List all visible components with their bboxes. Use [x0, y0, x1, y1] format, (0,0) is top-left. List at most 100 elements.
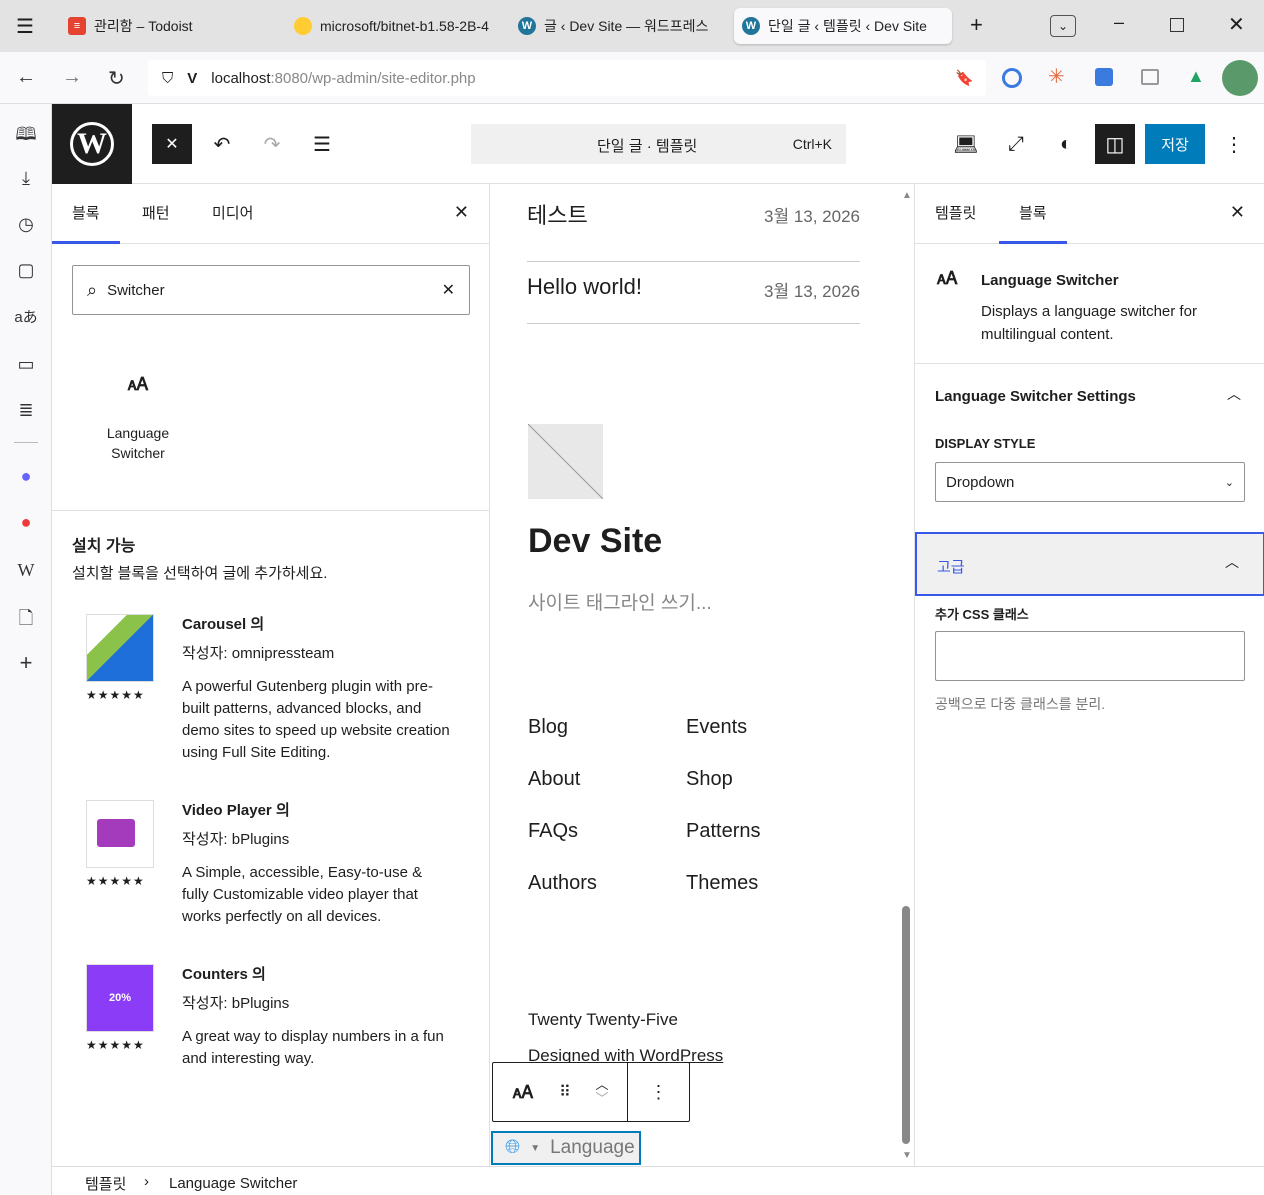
- drag-handle-icon[interactable]: ⠿: [553, 1082, 577, 1102]
- plugin-author: 작성자: omnipressteam: [182, 645, 335, 662]
- reading-list-icon[interactable]: ≣: [14, 400, 38, 421]
- site-title[interactable]: Dev Site: [528, 522, 662, 561]
- notes-icon[interactable]: ▢: [14, 260, 38, 281]
- language-select[interactable]: 🌐︎ ▼ Language: [491, 1131, 641, 1165]
- wordpress-icon: W: [518, 17, 536, 35]
- browser-tab-posts[interactable]: W 글 ‹ Dev Site — 워드프레스: [510, 8, 728, 44]
- editor-canvas[interactable]: 테스트 3월 13, 2026 Hello world! 3월 13, 2026 D…: [491, 184, 914, 1166]
- tab-media[interactable]: 미디어: [192, 184, 273, 244]
- move-up-down-buttons[interactable]: ︿ ﹀: [577, 1078, 627, 1106]
- translate-icon[interactable]: aあ: [14, 306, 38, 327]
- fullscreen-icon[interactable]: ⤢: [998, 124, 1034, 164]
- wordpress-icon: W: [742, 17, 760, 35]
- page-icon[interactable]: 🗋: [14, 606, 38, 636]
- post-item[interactable]: Hello world! 3월 13, 2026: [527, 274, 860, 324]
- device-preview-icon[interactable]: 💻︎: [948, 124, 984, 164]
- redo-button[interactable]: ↷: [254, 124, 290, 164]
- settings-panel-toggle[interactable]: Language Switcher Settings ︿: [915, 364, 1264, 424]
- site-logo-placeholder[interactable]: [528, 424, 603, 499]
- settings-sidebar: 템플릿 블록 ✕ 🗚 Language Switcher Displays a …: [914, 184, 1264, 1166]
- nav-link-shop[interactable]: Shop: [686, 768, 733, 791]
- window-icon[interactable]: ▭: [14, 354, 38, 375]
- tab-list-button[interactable]: ⌄: [1050, 15, 1076, 37]
- undo-button[interactable]: ↶: [204, 124, 240, 164]
- display-style-select[interactable]: Dropdown ⌄: [935, 462, 1245, 502]
- nav-link-themes[interactable]: Themes: [686, 872, 758, 895]
- wikipedia-icon[interactable]: W: [14, 560, 38, 581]
- block-inserter-panel: 블록 패턴 미디어 ✕ ⌕ Switcher ✕ 🗚 Language Swit…: [52, 184, 490, 1166]
- language-switcher-block-icon[interactable]: 🗚: [493, 1082, 553, 1103]
- extension-icon[interactable]: [1141, 69, 1159, 85]
- tab-block[interactable]: 블록: [999, 184, 1067, 244]
- extension-icon[interactable]: [1095, 68, 1113, 86]
- nav-link-faqs[interactable]: FAQs: [528, 820, 578, 843]
- settings-toggle-button[interactable]: ◫: [1095, 124, 1135, 164]
- claude-extension-icon[interactable]: ✳: [1048, 64, 1065, 89]
- post-item[interactable]: 테스트 3월 13, 2026: [527, 198, 860, 262]
- reload-button[interactable]: ↻: [108, 66, 125, 91]
- tab-title: 관리함 – Todoist: [94, 18, 193, 34]
- plugin-thumbnail: 20%: [86, 964, 154, 1032]
- install-heading: 설치 가능: [72, 538, 136, 555]
- shield-icon: ⛉: [162, 69, 174, 87]
- options-menu-icon[interactable]: ⋮: [1218, 124, 1250, 164]
- tab-title: microsoft/bitnet-b1.58-2B-4: [320, 18, 489, 34]
- browser-tab-todoist[interactable]: ≡ 관리함 – Todoist: [60, 8, 280, 44]
- drive-icon[interactable]: ▲: [1187, 66, 1205, 87]
- new-tab-button[interactable]: +: [970, 12, 983, 38]
- scroll-down-arrow[interactable]: ▼: [902, 1150, 912, 1161]
- clear-search-icon[interactable]: ✕: [442, 280, 455, 300]
- add-panel-icon[interactable]: +: [14, 650, 38, 676]
- avatar[interactable]: [1222, 60, 1258, 96]
- address-bar[interactable]: ⛉ V localhost:8080/wp-admin/site-editor.p…: [148, 60, 986, 96]
- block-search-input[interactable]: ⌕ Switcher ✕: [72, 265, 470, 315]
- browser-tab-active[interactable]: W 단일 글 ‹ 템플릿 ‹ Dev Site: [734, 8, 952, 44]
- todoist-icon: ≡: [68, 17, 86, 35]
- browser-tab-bitnet[interactable]: microsoft/bitnet-b1.58-2B-4: [286, 8, 504, 44]
- plugin-author: 작성자: bPlugins: [182, 995, 290, 1012]
- save-button[interactable]: 저장: [1145, 124, 1205, 164]
- tab-template[interactable]: 템플릿: [915, 184, 996, 244]
- breadcrumb-current[interactable]: Language Switcher: [169, 1175, 297, 1192]
- css-class-input[interactable]: [935, 631, 1245, 681]
- nav-link-about[interactable]: About: [528, 768, 580, 791]
- close-icon[interactable]: ✕: [1230, 202, 1245, 223]
- mastodon-icon[interactable]: ●: [14, 466, 38, 487]
- chevron-up-icon: ︿: [1227, 386, 1241, 402]
- block-result-language-switcher[interactable]: 🗚 Language Switcher: [92, 374, 184, 463]
- wordpress-logo[interactable]: W: [52, 104, 132, 184]
- vivaldi-icon[interactable]: ●: [14, 512, 38, 533]
- tab-patterns[interactable]: 패턴: [122, 184, 190, 244]
- command-palette-button[interactable]: 단일 글 · 템플릿 Ctrl+K: [471, 124, 846, 164]
- caret-down-icon: ▼: [530, 1142, 541, 1154]
- tab-blocks[interactable]: 블록: [52, 184, 120, 244]
- nav-link-events[interactable]: Events: [686, 716, 747, 739]
- close-inserter-button[interactable]: ✕: [152, 124, 192, 164]
- back-button[interactable]: ←: [16, 66, 36, 89]
- block-toolbar: 🗚 ⠿ ︿ ﹀ ⋮: [492, 1062, 690, 1122]
- style-contrast-icon[interactable]: ◐: [1048, 124, 1084, 164]
- extension-icon[interactable]: [1002, 68, 1022, 88]
- site-tagline[interactable]: 사이트 태그라인 쓰기...: [528, 588, 712, 615]
- history-icon[interactable]: ◷: [14, 214, 38, 235]
- minimize-button[interactable]: –: [1114, 12, 1124, 33]
- block-label: Language Switcher: [106, 425, 170, 461]
- breadcrumb-root[interactable]: 템플릿: [85, 1173, 126, 1194]
- plugin-name: Counters 의: [182, 966, 266, 983]
- downloads-icon[interactable]: ⤓: [14, 168, 38, 189]
- close-window-button[interactable]: ✕: [1228, 12, 1245, 37]
- nav-link-blog[interactable]: Blog: [528, 716, 568, 739]
- maximize-button[interactable]: [1170, 18, 1184, 32]
- advanced-panel-toggle[interactable]: 고급 ︿: [915, 532, 1264, 596]
- nav-link-patterns[interactable]: Patterns: [686, 820, 760, 843]
- close-icon[interactable]: ✕: [454, 202, 469, 223]
- forward-button[interactable]: →: [62, 66, 82, 89]
- bookmark-icon[interactable]: 🔖: [955, 69, 974, 87]
- scroll-up-arrow[interactable]: ▲: [902, 190, 912, 201]
- bookmarks-icon[interactable]: 🕮: [14, 122, 38, 152]
- block-options-icon[interactable]: ⋮: [628, 1082, 689, 1103]
- scrollbar-thumb[interactable]: [902, 906, 910, 1144]
- document-overview-button[interactable]: ☰: [304, 124, 340, 164]
- menu-icon[interactable]: ☰: [16, 14, 34, 39]
- nav-link-authors[interactable]: Authors: [528, 872, 597, 895]
